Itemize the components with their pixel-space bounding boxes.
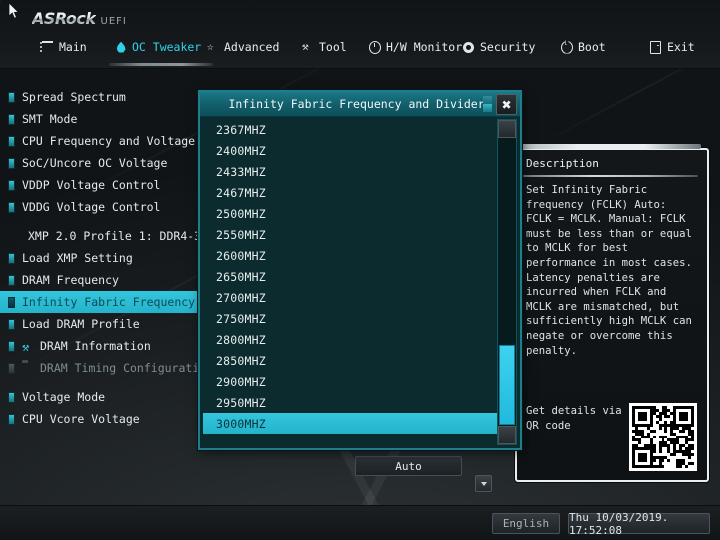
nav-tab-h-w-monitor[interactable]: H/W Monitor [367,36,464,58]
qr-caption: Get details via QR code [526,405,622,432]
frequency-option-list: 2367MHZ 2400MHZ 2433MHZ 2467MHZ 2500MHZ 2550M… [203,119,497,445]
chevron-down-icon [480,481,487,486]
list-scroll-down-button[interactable] [475,475,492,492]
frequency-option[interactable]: 2600MHZ [203,245,497,266]
frequency-option[interactable]: 3000MHZ [203,413,497,434]
settings-item-label: DRAM Information [40,339,151,353]
nav-tab-tool[interactable]: ⚒ Tool [300,36,349,58]
wrench-icon: ⚒ [22,340,30,354]
description-text: Set Infinity Fabric frequency (FCLK) Aut… [526,184,692,357]
dialog-indicator [483,96,492,112]
frequency-option[interactable]: 2433MHZ [203,161,497,182]
status-bar: English Thu 10/03/2019. 17:52:08 [0,505,720,540]
bullet-icon [8,340,15,352]
settings-item-label: VDDP Voltage Control [22,178,161,192]
star-icon: ☆ [207,40,214,53]
settings-item-label: Load DRAM Profile [22,317,140,331]
brand-suffix: UEFI [100,16,127,27]
nav-tab-label: Advanced [224,40,280,54]
settings-item-infinity-fabric-frequency-and-d[interactable]: Infinity Fabric Frequency and D [0,291,237,313]
frequency-option[interactable]: 2950MHZ [203,392,497,413]
nav-tab-label: Tool [319,40,347,54]
frequency-option[interactable]: 2800MHZ [203,329,497,350]
nav-tab-label: Exit [667,40,695,54]
settings-item-label: CPU Vcore Voltage [22,412,140,426]
qr-code [629,403,697,471]
list-icon [40,41,54,53]
dialog-scrollbar[interactable] [497,119,517,445]
close-icon[interactable]: ✖ [496,94,517,115]
frequency-option[interactable]: 2500MHZ [203,203,497,224]
nav-tab-label: H/W Monitor [386,40,463,54]
power-icon [561,40,573,54]
bullet-icon [8,274,15,286]
frequency-option[interactable]: 2850MHZ [203,350,497,371]
nav-tab-label: OC Tweaker [132,40,202,54]
nav-tab-label: Boot [578,40,606,54]
nav-tab-main[interactable]: Main [40,36,89,58]
gauge-icon [369,40,381,54]
datetime-display: Thu 10/03/2019. 17:52:08 [568,511,710,537]
description-panel: Description Set Infinity Fabric frequenc… [513,144,709,482]
nav-tab-label: Main [59,40,87,54]
tools-icon: ⚒ [302,40,309,53]
bullet-icon [8,318,15,330]
settings-item-label: SoC/Uncore OC Voltage [22,156,168,170]
bullet-icon [8,252,15,264]
frequency-option[interactable]: 2650MHZ [203,266,497,287]
nav-tab-oc-tweaker[interactable]: OC Tweaker [108,36,214,66]
frequency-option[interactable]: 2900MHZ [203,371,497,392]
bullet-icon [8,157,15,169]
settings-item-label: DRAM Frequency [22,273,119,287]
nav-tab-label: Security [480,40,536,54]
description-divider [523,175,698,177]
frequency-option[interactable]: 2750MHZ [203,308,497,329]
scroll-up-button[interactable] [498,120,516,138]
frequency-option[interactable]: 2467MHZ [203,182,497,203]
shield-icon [463,41,475,53]
bullet-icon [8,113,15,125]
bullet-icon [8,179,15,191]
folder-icon [22,362,35,374]
nav-tab-exit[interactable]: Exit [648,36,697,58]
flame-icon [115,41,127,53]
brand-logo: ASRock UEFI [32,9,127,28]
frequency-dialog: Infinity Fabric Frequency and Dividers ✖… [198,90,522,450]
description-title: Description [526,157,599,170]
frequency-option[interactable]: 2550MHZ [203,224,497,245]
frequency-option[interactable]: 2700MHZ [203,287,497,308]
nav-tab-boot[interactable]: Boot [559,36,608,58]
settings-item-label: Spread Spectrum [22,90,126,104]
bullet-icon [8,296,15,308]
scroll-down-button[interactable] [498,426,516,444]
bullet-icon [8,391,15,403]
cpu-vcore-value-field[interactable]: Auto [355,456,462,476]
bullet-icon [8,91,15,103]
bullet-icon [8,135,15,147]
bullet-icon [8,362,15,374]
main-navigation: Main OC Tweaker ☆ Advanced ⚒ Tool H/W Monitor S… [0,30,720,66]
nav-tab-advanced[interactable]: ☆ Advanced [205,36,281,58]
header-bar: ASRock UEFI Main OC Tweaker ☆ Advanced ⚒ Tool… [0,0,720,69]
settings-item-label: SMT Mode [22,112,78,126]
settings-item-label: Voltage Mode [22,390,106,404]
dialog-title-text: Infinity Fabric Frequency and Dividers [228,97,492,111]
scrollbar-thumb[interactable] [499,345,515,425]
dialog-body: 2367MHZ 2400MHZ 2433MHZ 2467MHZ 2500MHZ 2550M… [200,116,520,448]
frequency-option[interactable]: 2400MHZ [203,140,497,161]
dialog-titlebar: Infinity Fabric Frequency and Dividers ✖ [200,92,520,117]
nav-tab-security[interactable]: Security [461,36,537,58]
brand-name: ASRock [32,9,96,28]
settings-item-label: DRAM Timing Configuration [40,361,214,375]
bullet-icon [8,201,15,213]
bullet-icon [8,413,15,425]
exit-icon [650,40,662,54]
frequency-option[interactable]: 2367MHZ [203,119,497,140]
settings-item-label: VDDG Voltage Control [22,200,161,214]
settings-item-label: Load XMP Setting [22,251,133,265]
language-button[interactable]: English [492,513,560,534]
